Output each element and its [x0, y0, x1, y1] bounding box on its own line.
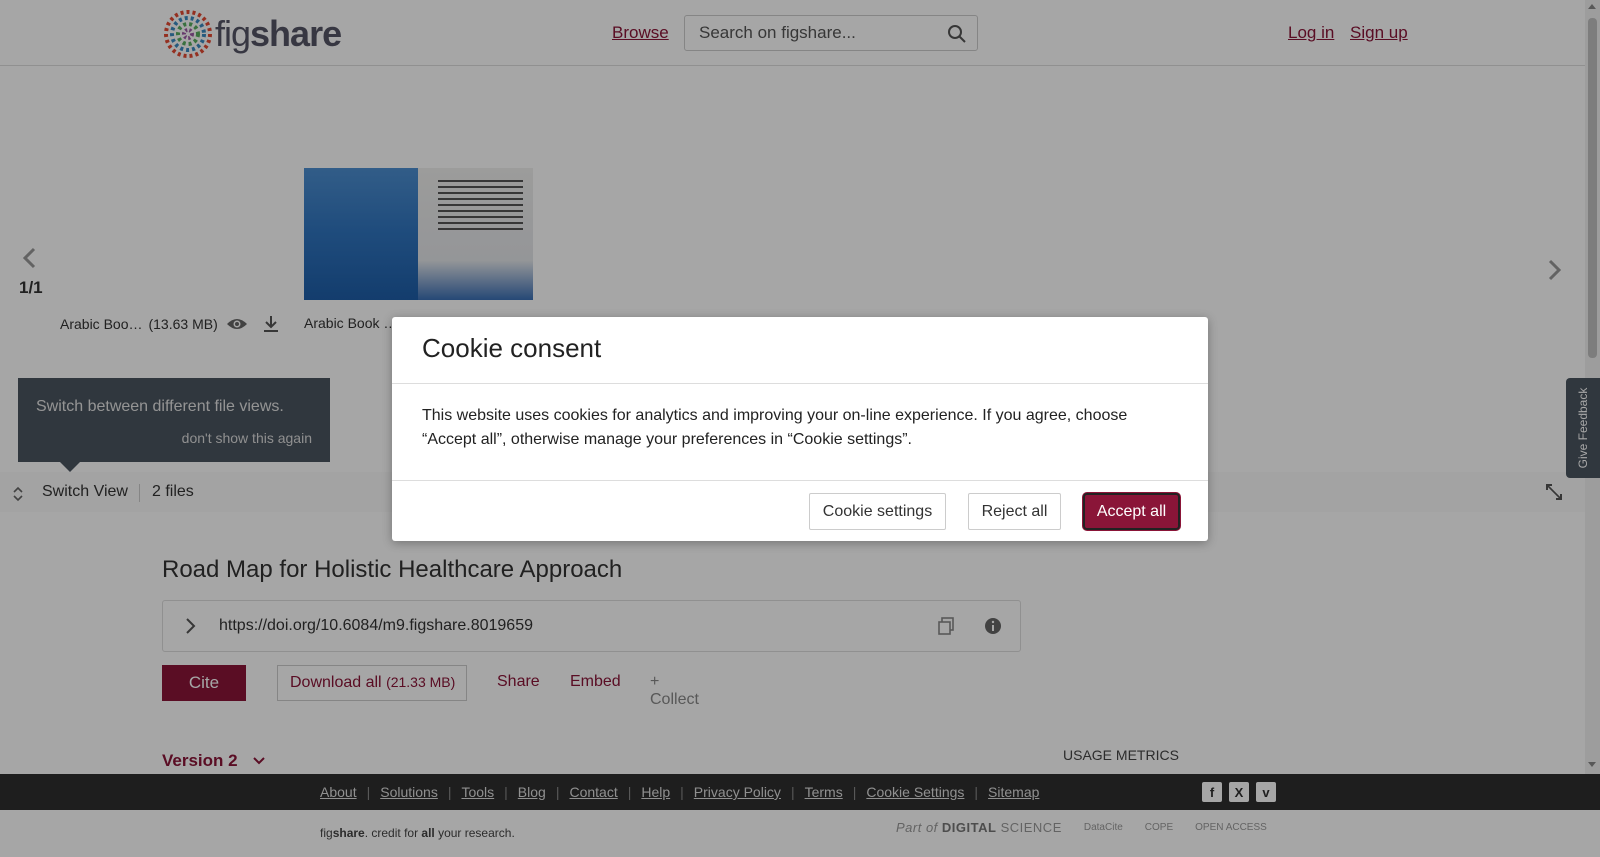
reject-all-button[interactable]: Reject all: [968, 493, 1061, 530]
dialog-footer: Cookie settings Reject all Accept all: [392, 481, 1208, 541]
dialog-title: Cookie consent: [422, 333, 602, 363]
dialog-text: This website uses cookies for analytics …: [422, 407, 1128, 448]
accept-all-button[interactable]: Accept all: [1083, 493, 1180, 530]
dialog-body: This website uses cookies for analytics …: [392, 384, 1208, 481]
cookie-consent-dialog: Cookie consent This website uses cookies…: [392, 317, 1208, 541]
cookie-settings-button[interactable]: Cookie settings: [809, 493, 946, 530]
dialog-header: Cookie consent: [392, 317, 1208, 384]
